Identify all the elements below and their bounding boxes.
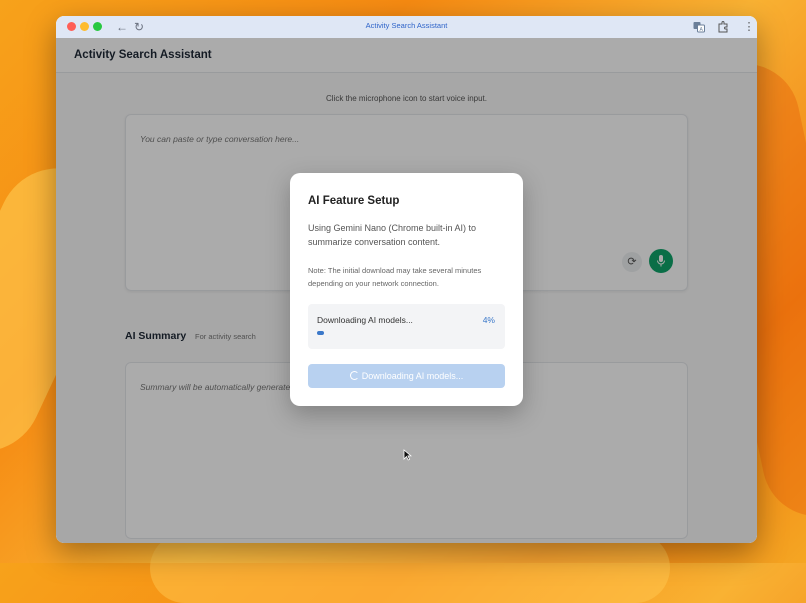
title-bar: ← ↻ Activity Search Assistant A ⋮ <box>56 16 757 39</box>
spinner-icon <box>349 371 359 380</box>
window-title: Activity Search Assistant <box>365 21 448 30</box>
dialog-description: Using Gemini Nano (Chrome built-in AI) t… <box>308 223 477 247</box>
dialog-note: Note: The initial download may take seve… <box>308 266 482 288</box>
svg-text:A: A <box>700 27 704 33</box>
progress-bar <box>317 331 495 335</box>
translate-icon[interactable]: A <box>693 20 707 34</box>
download-progress-card: Downloading AI models... 4% <box>308 304 505 349</box>
download-button[interactable]: Downloading AI models... <box>308 364 505 388</box>
download-button-label: Downloading AI models... <box>361 371 464 381</box>
dialog-title: AI Feature Setup <box>308 195 400 207</box>
extension-icon[interactable] <box>717 20 731 34</box>
ai-setup-dialog: AI Feature Setup Using Gemini Nano (Chro… <box>290 173 523 406</box>
browser-window: ← ↻ Activity Search Assistant A ⋮ Activi… <box>56 16 757 543</box>
cursor-icon <box>403 449 412 461</box>
desktop-wallpaper-shape <box>150 533 670 603</box>
progress-bar-fill <box>317 331 325 335</box>
progress-percent: 4% <box>482 315 495 325</box>
more-icon[interactable]: ⋮ <box>742 20 756 34</box>
progress-label: Downloading AI models... <box>317 315 413 325</box>
